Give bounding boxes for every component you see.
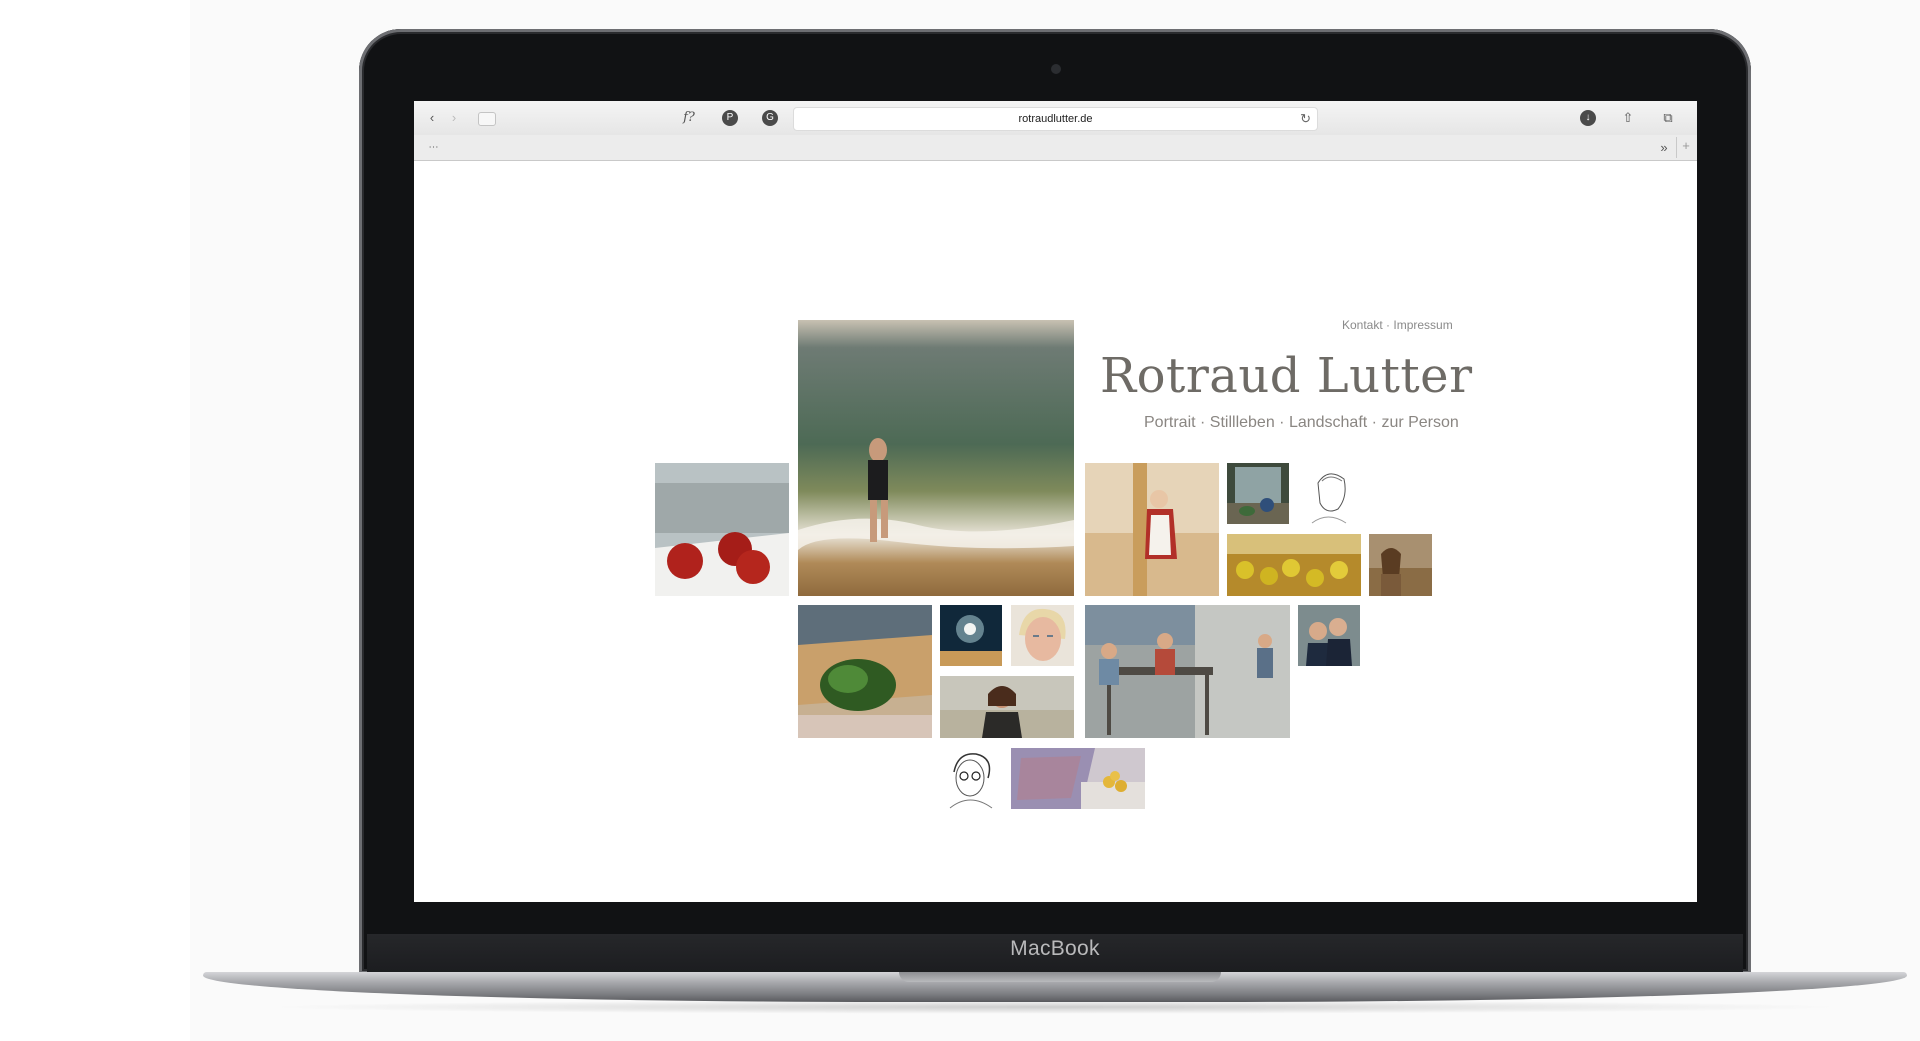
painting-window-still-life[interactable] [1227,463,1289,524]
overflow-icon[interactable]: » [1656,139,1672,157]
painting-woman-in-sea[interactable] [798,320,1074,596]
laptop-chin: MacBook [367,934,1743,972]
font-icon[interactable]: f? [678,109,700,127]
painting-woman-by-sea[interactable] [940,676,1074,738]
painting-children-at-table[interactable] [1085,605,1290,738]
painting-night-moon[interactable] [940,605,1002,666]
site-title[interactable]: Rotraud Lutter [1100,348,1473,404]
drawing-woman-with-glasses[interactable] [940,748,1002,809]
laptop-shadow [260,1000,1850,1014]
sidebar-icon[interactable] [478,112,496,126]
drawing-girl-portrait[interactable] [1298,463,1360,524]
url-text: rotraudlutter.de [1018,113,1093,125]
painting-girl-with-post[interactable] [1085,463,1219,596]
tabs-icon[interactable]: ⧉ [1660,109,1676,127]
pinterest-icon[interactable]: P [722,110,738,128]
forward-icon[interactable]: › [446,109,462,127]
painting-table-with-lemons[interactable] [1011,748,1145,809]
share-icon[interactable]: ⇧ [1620,109,1636,127]
painting-older-woman-portrait[interactable] [1011,605,1074,666]
favorites-bar: ⋯ » + [414,135,1697,161]
back-icon[interactable]: ‹ [424,109,440,127]
painting-yellow-fruits[interactable] [1227,534,1361,596]
site-navigation[interactable]: Portrait · Stillleben · Landschaft · zur… [1144,414,1459,432]
top-links[interactable]: Kontakt · Impressum [1342,318,1453,332]
background-panel [0,0,190,1041]
painting-two-boys[interactable] [1298,605,1360,666]
reload-icon[interactable]: ↻ [1300,108,1311,130]
download-icon[interactable]: ↓ [1580,110,1596,128]
device-label: MacBook [1010,937,1100,960]
painting-red-apples[interactable] [655,463,789,596]
painting-woman-landscape[interactable] [1369,534,1432,596]
favorites-grid-icon[interactable]: ⋯ [426,139,440,157]
laptop-notch [899,972,1221,982]
browser-toolbar: ‹ › f? P G rotraudlutter.de ↻ ↓ ⇧ ⧉ [414,101,1697,135]
extension-icon[interactable]: G [762,110,778,128]
new-tab-icon[interactable]: + [1676,137,1695,158]
address-bar[interactable]: rotraudlutter.de ↻ [793,107,1318,131]
painting-cabbage-field[interactable] [798,605,932,738]
camera [1051,64,1061,74]
